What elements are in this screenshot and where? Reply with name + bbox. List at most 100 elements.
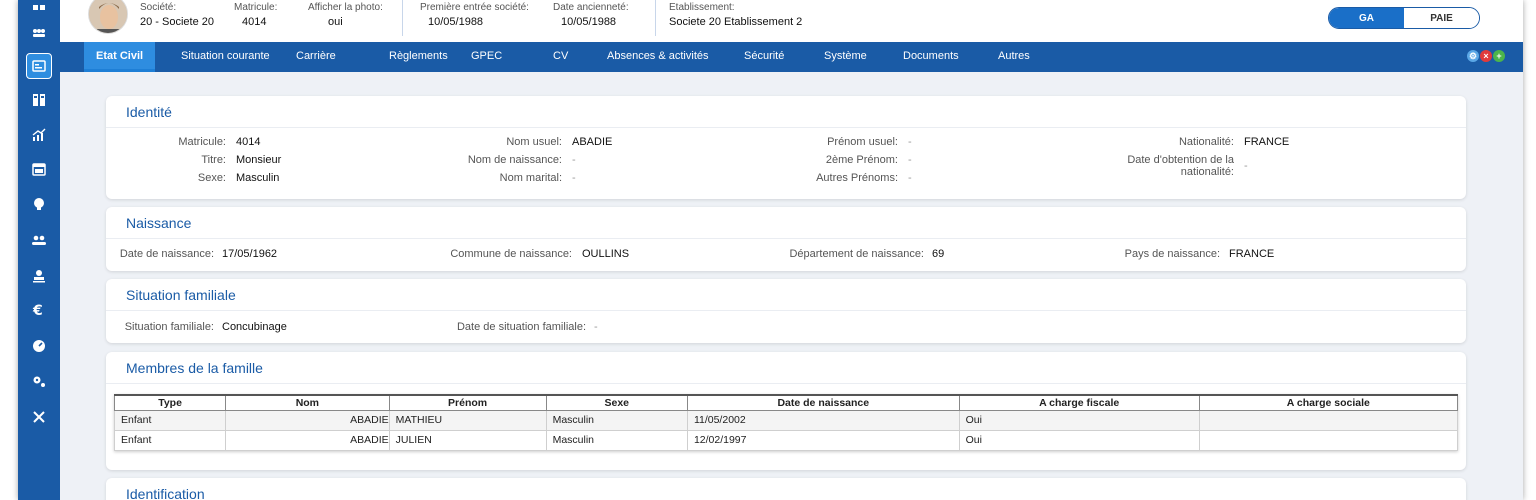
tab-reglements[interactable]: Règlements <box>389 50 448 62</box>
tab-securite[interactable]: Sécurité <box>744 50 784 62</box>
sexe-value: Masculin <box>236 172 280 184</box>
cell-sexe: Masculin <box>545 409 688 431</box>
tab-autres[interactable]: Autres <box>998 50 1030 62</box>
calendar-icon[interactable] <box>26 156 52 182</box>
euro-icon[interactable]: € <box>26 297 52 323</box>
column-header-charge-fiscale[interactable]: A charge fiscale <box>958 394 1200 411</box>
cell-nom: ABADIE <box>225 409 390 431</box>
anciennete-field: Date ancienneté: 10/05/1988 <box>553 2 629 28</box>
group-icon[interactable] <box>26 227 52 253</box>
prenom-usuel-label: Prénom usuel: <box>827 136 898 148</box>
tab-carriere[interactable]: Carrière <box>296 50 336 62</box>
titre-label: Titre: <box>201 154 226 166</box>
add-icon[interactable]: + <box>1493 50 1505 62</box>
table-row[interactable]: Enfant ABADIE MATHIEU Masculin 11/05/200… <box>113 409 1459 431</box>
pays-label: Pays de naissance: <box>1124 248 1220 260</box>
membres-famille-card: Membres de la famille Type Nom Prénom Se… <box>106 352 1466 470</box>
naissance-title: Naissance <box>126 215 192 231</box>
premiere-entree-field: Première entrée société: 10/05/1988 <box>420 2 529 28</box>
nom-marital-label: Nom marital: <box>499 172 562 184</box>
tab-etat-civil[interactable]: Etat Civil <box>84 42 156 72</box>
commune-label: Commune de naissance: <box>450 248 572 260</box>
tab-documents[interactable]: Documents <box>903 50 959 62</box>
column-header-charge-sociale[interactable]: A charge sociale <box>1198 394 1459 411</box>
header-divider <box>402 0 403 36</box>
societe-field: Société: 20 - Societe 20 <box>140 2 214 28</box>
toggle-paie[interactable]: PAIE <box>1404 8 1479 28</box>
tab-actions: ⚙ × + <box>1467 50 1505 62</box>
column-header-nom[interactable]: Nom <box>225 394 390 411</box>
tab-situation-courante[interactable]: Situation courante <box>181 50 270 62</box>
premiere-entree-label: Première entrée société: <box>420 2 529 13</box>
avatar <box>88 0 128 34</box>
stamp-icon[interactable] <box>26 263 52 289</box>
column-header-type[interactable]: Type <box>113 394 227 411</box>
lightbulb-icon[interactable] <box>26 191 52 217</box>
commune-value: OULLINS <box>582 248 630 260</box>
card-divider <box>106 383 1466 384</box>
tab-gpec[interactable]: GPEC <box>471 50 502 62</box>
cell-sexe: Masculin <box>545 429 688 451</box>
identification-title: Identification <box>126 486 205 500</box>
toggle-ga[interactable]: GA <box>1329 8 1404 28</box>
sexe-label: Sexe: <box>197 172 226 184</box>
date-situation-label: Date de situation familiale: <box>456 321 586 333</box>
gears-icon[interactable] <box>26 368 52 394</box>
situation-familiale-label: Situation familiale: <box>124 321 214 333</box>
org-chart-icon[interactable] <box>26 87 52 113</box>
table-header-row: Type Nom Prénom Sexe Date de naissance A… <box>113 394 1459 411</box>
premiere-entree-value: 10/05/1988 <box>428 16 484 28</box>
svg-text:€: € <box>32 303 43 318</box>
nationalite-value: FRANCE <box>1244 136 1290 148</box>
autres-prenoms-label: Autres Prénoms: <box>816 172 898 184</box>
date-situation-value: - <box>594 321 598 333</box>
cell-prenom: JULIEN <box>388 429 547 451</box>
matricule-value: 4014 <box>236 136 261 148</box>
sidebar: € <box>18 0 60 500</box>
identite-title: Identité <box>126 104 172 120</box>
app-window: € Société: 20 - Societe 20 Matricule: 40… <box>18 0 1523 500</box>
cell-type: Enfant <box>113 409 227 431</box>
ga-paie-toggle[interactable]: GA PAIE <box>1328 7 1480 29</box>
card-divider <box>106 238 1466 239</box>
nom-naissance-value: - <box>572 154 576 166</box>
etablissement-label: Etablissement: <box>669 2 735 13</box>
identite-card: Identité Matricule: 4014 Titre: Monsieur… <box>106 96 1466 199</box>
header-divider <box>655 0 656 36</box>
id-card-icon[interactable] <box>26 53 52 79</box>
cell-charge-fiscale: Oui <box>958 409 1200 431</box>
chart-icon[interactable] <box>26 122 52 148</box>
date-nationalite-value: - <box>1244 160 1248 172</box>
matricule-label: Matricule: <box>234 2 278 13</box>
table-row[interactable]: Enfant ABADIE JULIEN Masculin 12/02/1997… <box>113 429 1459 451</box>
column-header-date-naissance[interactable]: Date de naissance <box>686 394 960 411</box>
tab-systeme[interactable]: Système <box>824 50 867 62</box>
users-icon[interactable] <box>26 20 52 46</box>
situation-familiale-card: Situation familiale Situation familiale:… <box>106 279 1466 343</box>
situation-familiale-value: Concubinage <box>222 321 287 333</box>
prenom2-label: 2ème Prénom: <box>825 154 898 166</box>
etablissement-field: Etablissement: Societe 20 Etablissement … <box>669 2 802 28</box>
date-naissance-label: Date de naissance: <box>119 248 214 260</box>
cell-type: Enfant <box>113 429 227 451</box>
departement-label: Département de naissance: <box>789 248 924 260</box>
close-icon[interactable]: × <box>1480 50 1492 62</box>
settings-icon[interactable]: ⚙ <box>1467 50 1479 62</box>
identification-card: Identification <box>106 478 1466 500</box>
societe-value: 20 - Societe 20 <box>140 16 214 28</box>
date-nationalite-label-line1: Date d'obtention de la <box>1127 154 1234 166</box>
matricule-value: 4014 <box>242 16 267 28</box>
column-header-prenom[interactable]: Prénom <box>388 394 547 411</box>
matricule-field: Matricule: 4014 <box>234 2 277 28</box>
departement-value: 69 <box>932 248 945 260</box>
grid-icon[interactable] <box>26 0 52 18</box>
tools-icon[interactable] <box>26 404 52 430</box>
card-divider <box>106 127 1466 128</box>
photo-value: oui <box>328 16 343 28</box>
column-header-sexe[interactable]: Sexe <box>545 394 688 411</box>
gauge-icon[interactable] <box>26 333 52 359</box>
tab-absences[interactable]: Absences & activités <box>607 50 709 62</box>
tab-cv[interactable]: CV <box>553 50 568 62</box>
nom-naissance-label: Nom de naissance: <box>467 154 562 166</box>
autres-prenoms-value: - <box>908 172 912 184</box>
